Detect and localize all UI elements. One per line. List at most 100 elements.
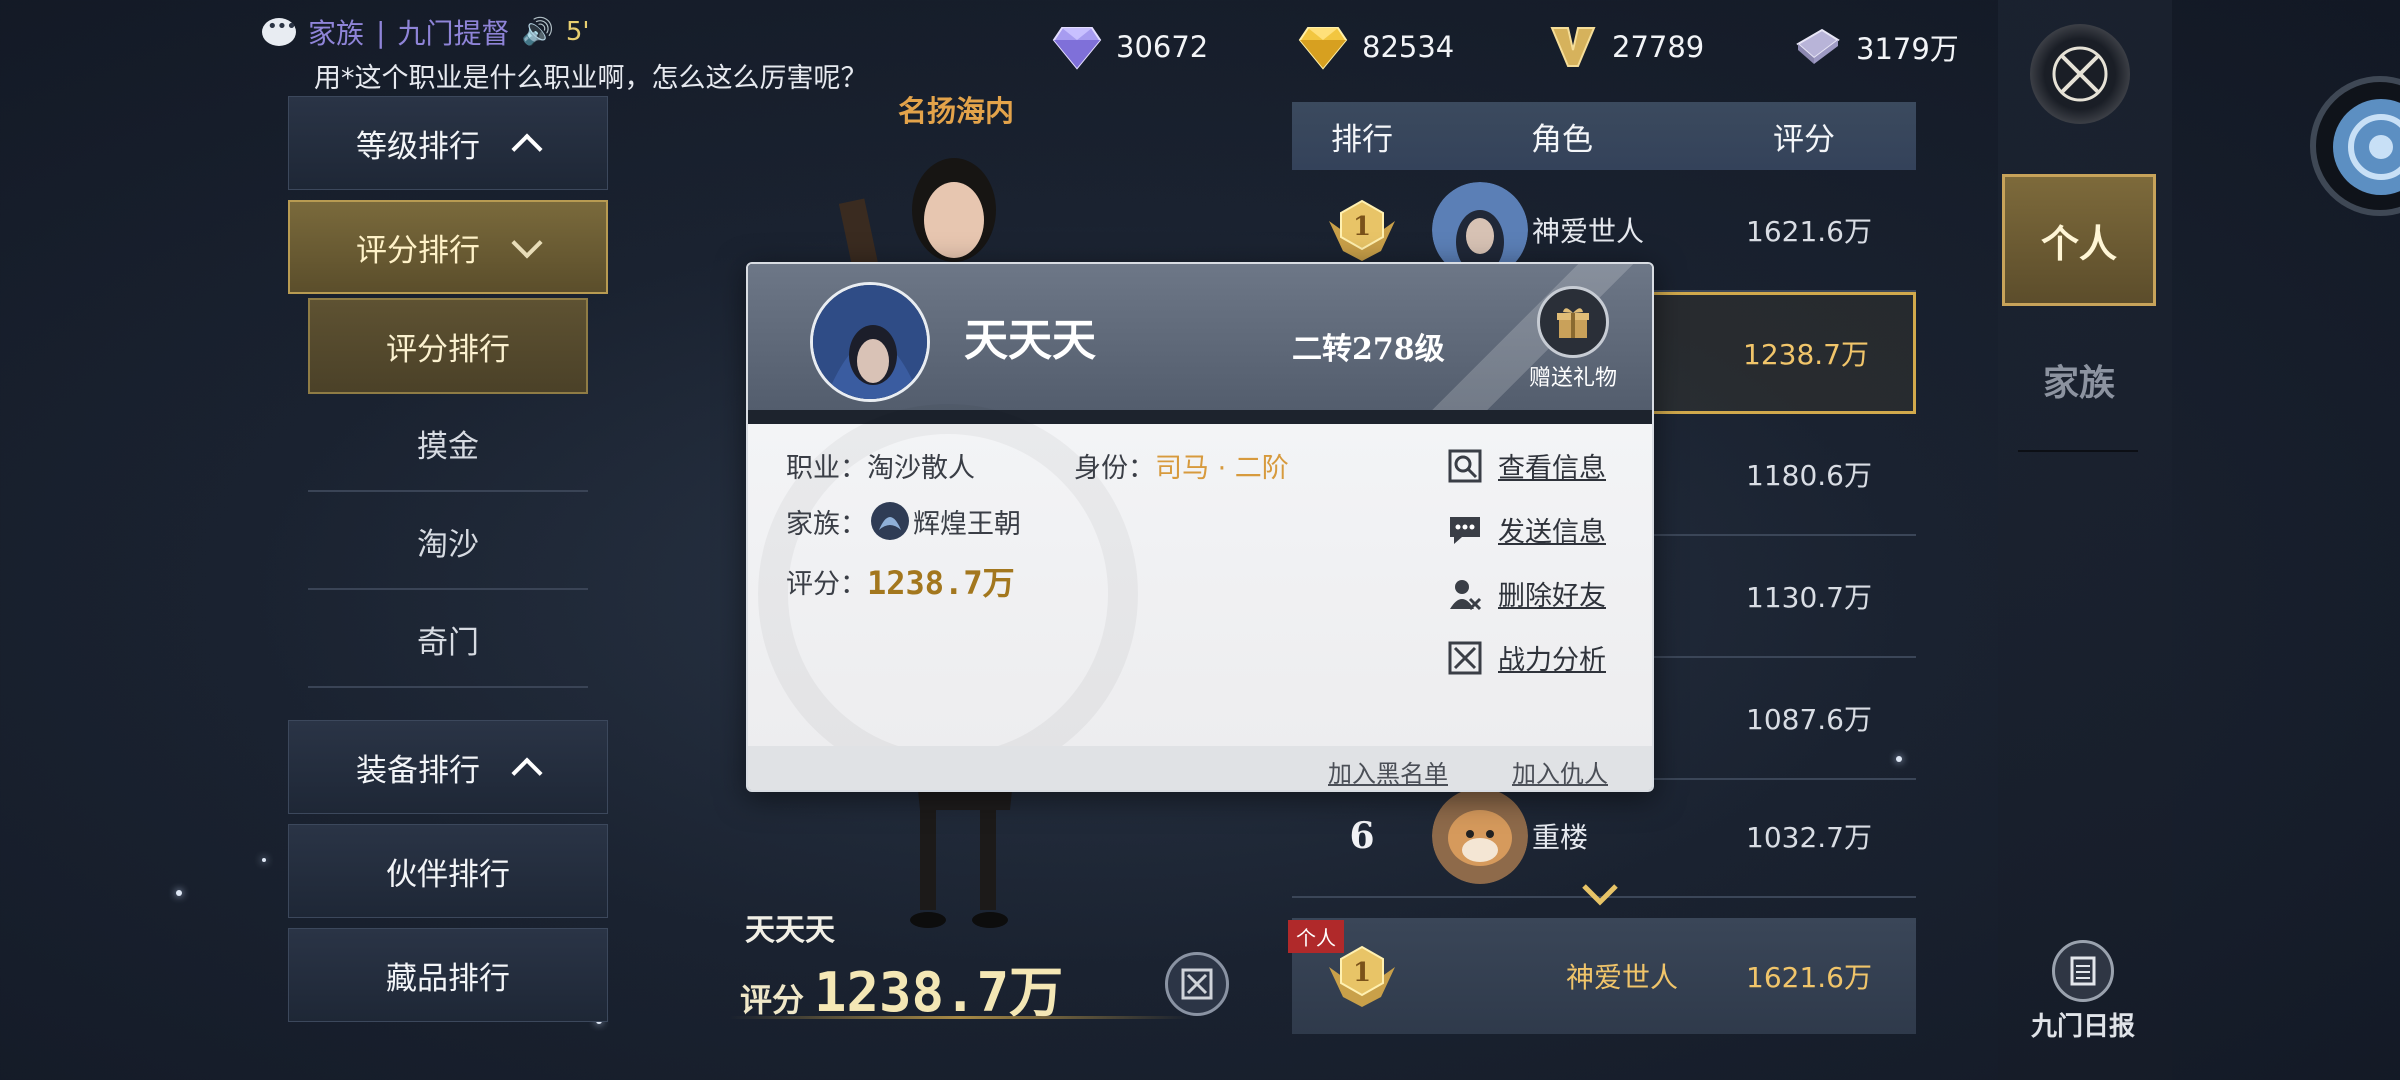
rank-number: 6 (1349, 815, 1375, 857)
send-message-button[interactable]: 发送信息 (1448, 510, 1606, 549)
newspaper-icon (2052, 940, 2114, 1002)
currency-gold-diamond[interactable]: 82534 (1298, 22, 1454, 72)
identity-info: 身份：司马 · 二阶 (1074, 446, 1289, 485)
gold-medal-icon: 1 (1329, 199, 1395, 261)
view-info-button[interactable]: 查看信息 (1448, 446, 1606, 485)
currency-value: 3179万 (1856, 32, 1959, 66)
player-score: 1621.6万 (1746, 215, 1872, 248)
level-rank-button[interactable]: 等级排行 (288, 96, 608, 190)
family-emblem-icon (871, 502, 909, 540)
crossed-swords-icon (1448, 641, 1482, 674)
speaker-icon: 🔊 (521, 17, 554, 47)
chat-sender-title: 九门提督 (397, 17, 510, 50)
combat-analysis-link[interactable]: 战力分析 (1448, 638, 1606, 677)
player-name: 神爱世人 (1532, 215, 1645, 248)
currency-value: 27789 (1612, 30, 1705, 64)
message-icon (1450, 516, 1480, 544)
tab-family[interactable]: 家族 (2002, 340, 2156, 420)
chevron-up-icon (510, 128, 540, 158)
job-value: 淘沙散人 (867, 453, 975, 484)
level-rank-label: 等级排行 (356, 128, 480, 165)
family-info: 家族： 辉煌王朝 (786, 500, 1021, 542)
sub-item-mojin[interactable]: 摸金 (308, 396, 588, 492)
corner-menu-button[interactable] (2310, 76, 2400, 216)
popup-player-name: 天天天 (964, 315, 1096, 366)
sub-item-score-rank[interactable]: 评分排行 (308, 298, 588, 394)
currency-vip[interactable]: 27789 (1548, 22, 1704, 72)
partner-rank-label: 伙伴排行 (386, 856, 510, 893)
currency-silver[interactable]: 3179万 (1792, 22, 1959, 72)
avatar (1432, 788, 1528, 884)
vip-v-icon (1550, 27, 1596, 67)
collection-rank-button[interactable]: 藏品排行 (288, 928, 608, 1022)
header-role: 角色 (1531, 121, 1593, 158)
silver-ingot-icon (1796, 28, 1840, 64)
score-value: 1238.7万 (867, 564, 1015, 602)
emblem-icon (2052, 46, 2108, 102)
chat-separator: | (376, 15, 386, 49)
swirl-icon (2333, 99, 2400, 195)
family-value: 辉煌王朝 (913, 508, 1021, 540)
player-info-popup: 天天天 二转278级 赠送礼物 职业：淘沙散人 身份：司马 · 二阶 家族： 辉… (746, 262, 1654, 792)
job-info: 职业：淘沙散人 (786, 446, 975, 485)
header-rank: 排行 (1331, 121, 1393, 158)
tab-personal[interactable]: 个人 (2002, 174, 2156, 306)
chat-message: 用*这个职业是什么职业啊，怎么这么厉害呢？ (314, 63, 868, 94)
rank-medal: 1 (1292, 191, 1432, 269)
combat-analysis-button[interactable] (1165, 952, 1229, 1016)
fame-title: 名扬海内 (898, 94, 1015, 128)
popup-body: 职业：淘沙散人 身份：司马 · 二阶 家族： 辉煌王朝 评分： 1238.7万 … (748, 404, 1652, 790)
chat-bar[interactable]: 家族 | 九门提督 🔊 5' 用*这个职业是什么职业啊，怎么这么厉害呢？ (262, 10, 962, 100)
send-gift-label: 赠送礼物 (1528, 366, 1617, 391)
delete-friend-button[interactable]: 删除好友 (1448, 574, 1606, 613)
send-message-label: 发送信息 (1498, 517, 1606, 548)
currency-value: 82534 (1362, 30, 1455, 64)
sparkle (262, 858, 266, 862)
score-underline (730, 1016, 1190, 1019)
popup-header: 天天天 二转278级 赠送礼物 (748, 264, 1652, 424)
add-blacklist-link[interactable]: 加入黑名单 (1328, 754, 1448, 789)
identity-value: 司马 · 二阶 (1155, 453, 1289, 484)
ranking-header: 排行 角色 评分 (1292, 102, 1916, 170)
medal-rank-number: 1 (1353, 212, 1371, 242)
sub-item-taosha[interactable]: 淘沙 (308, 494, 588, 590)
gold-diamond-icon (1298, 27, 1348, 70)
chevron-down-icon (510, 232, 540, 262)
gift-icon (1537, 286, 1609, 358)
character-score-label: 评分 (740, 981, 805, 1019)
player-score: 1032.7万 (1746, 821, 1872, 854)
equipment-rank-label: 装备排行 (356, 752, 480, 789)
remove-user-icon (1450, 579, 1482, 610)
popup-avatar (810, 282, 930, 402)
self-rank-row[interactable]: 1 神爱世人 1621.6万 (1292, 918, 1916, 1034)
currency-value: 30672 (1116, 30, 1209, 64)
personal-tag: 个人 (1288, 920, 1344, 953)
job-label: 职业： (786, 453, 867, 484)
family-label: 家族： (786, 508, 867, 540)
partner-rank-button[interactable]: 伙伴排行 (288, 824, 608, 918)
score-info: 评分： 1238.7万 (786, 558, 1015, 604)
chat-bubble-icon (262, 16, 296, 46)
popup-footer: 加入黑名单 加入仇人 (748, 746, 1652, 790)
sub-item-qimen[interactable]: 奇门 (308, 592, 588, 688)
chevron-up-icon (510, 752, 540, 782)
magnifier-icon (1448, 449, 1482, 482)
chat-time: 5' (565, 17, 590, 47)
equipment-rank-button[interactable]: 装备排行 (288, 720, 608, 814)
close-emblem-button[interactable] (2030, 24, 2130, 124)
scroll-down-icon[interactable] (1580, 880, 1620, 910)
score-rank-button[interactable]: 评分排行 (288, 200, 608, 294)
score-rank-label: 评分排行 (356, 232, 480, 269)
send-gift-button[interactable]: 赠送礼物 (1508, 286, 1638, 392)
daily-report-button[interactable]: 九门日报 (2018, 940, 2148, 1043)
currency-purple-diamond[interactable]: 30672 (1052, 22, 1208, 72)
add-enemy-link[interactable]: 加入仇人 (1512, 754, 1608, 789)
medal-rank-number: 1 (1353, 958, 1371, 988)
identity-label: 身份： (1074, 453, 1155, 484)
popup-player-level: 二转278级 (1292, 332, 1445, 367)
view-info-label: 查看信息 (1498, 453, 1606, 484)
player-name: 重楼 (1532, 821, 1589, 854)
delete-friend-label: 删除好友 (1498, 581, 1606, 612)
collection-rank-label: 藏品排行 (386, 960, 510, 997)
self-player-name: 神爱世人 (1565, 961, 1678, 994)
